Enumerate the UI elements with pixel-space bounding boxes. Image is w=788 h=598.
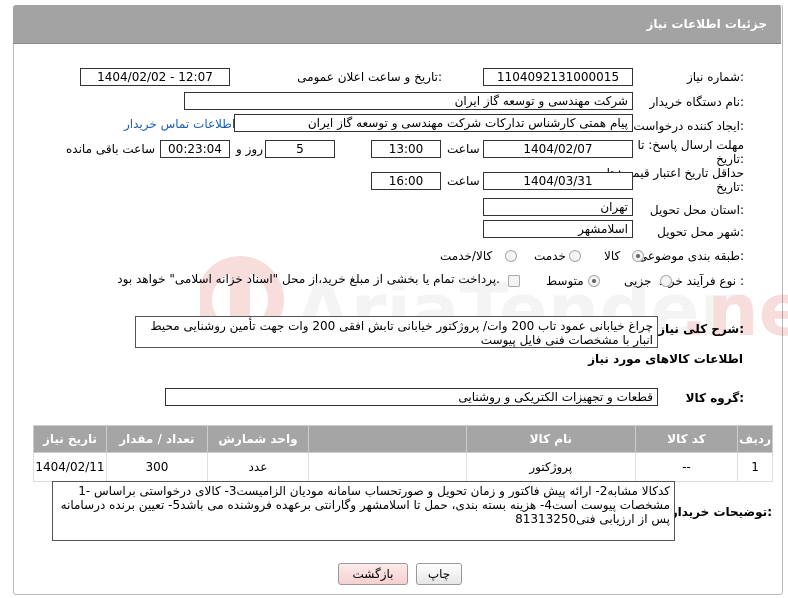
payment-note: پرداخت تمام یا بخشی از مبلغ خرید،از محل … bbox=[117, 272, 500, 286]
process-medium-label: متوسط bbox=[546, 274, 584, 288]
goods-group-label: گروه کالا: bbox=[685, 391, 744, 405]
table-header-row: تاریخ نیاز تعداد / مقدار واحد شمارش نام … bbox=[33, 425, 773, 453]
col-quantity: تعداد / مقدار bbox=[105, 425, 208, 453]
back-button[interactable]: بازگشت bbox=[338, 563, 408, 585]
deadline-time-label: ساعت bbox=[447, 142, 480, 156]
buyer-org-field: شرکت مهندسی و توسعه گاز ایران bbox=[184, 92, 633, 110]
col-item-name: نام کالا bbox=[465, 425, 636, 453]
category-goods-radio[interactable] bbox=[632, 250, 644, 262]
announce-field: 1404/02/02 - 12:07 bbox=[80, 68, 230, 86]
process-medium-radio[interactable] bbox=[588, 275, 600, 287]
deadline-date-field: 1404/02/07 bbox=[483, 140, 633, 158]
table-row: 1404/02/11 300 عدد پروژکتور -- 1 bbox=[33, 452, 773, 482]
col-unit-count bbox=[308, 425, 467, 453]
col-row: ردیف bbox=[737, 425, 773, 453]
category-goods-label: کالا bbox=[604, 249, 621, 263]
category-both-radio[interactable] bbox=[505, 250, 517, 262]
city-field: اسلامشهر bbox=[483, 220, 633, 238]
province-field: تهران bbox=[483, 198, 633, 216]
cell-item-code: -- bbox=[634, 452, 739, 482]
deadline-time-field: 13:00 bbox=[371, 140, 441, 158]
process-minor-label: جزیی bbox=[624, 274, 652, 288]
cell-row-number: 1 bbox=[737, 452, 773, 482]
category-label: طبقه بندی موضوعی: bbox=[637, 249, 744, 263]
col-need-date: تاریخ نیاز bbox=[33, 425, 107, 453]
need-number-field: 1104092131000015 bbox=[483, 68, 633, 86]
days-field: 5 bbox=[265, 140, 335, 158]
requester-label: ایجاد کننده درخواست: bbox=[633, 119, 744, 133]
announce-label: تاریخ و ساعت اعلان عمومی: bbox=[297, 70, 442, 84]
validity-date-field: 1404/03/31 bbox=[483, 172, 633, 190]
cell-quantity: 300 bbox=[105, 452, 208, 482]
province-label: استان محل تحویل: bbox=[649, 203, 744, 217]
cell-unit: عدد bbox=[206, 452, 310, 482]
deadline-label: مهلت ارسال پاسخ: تا تاریخ: bbox=[637, 138, 744, 166]
requester-field: پیام همتی کارشناس تدارکات شرکت مهندسی و … bbox=[234, 114, 633, 132]
goods-info-title: اطلاعات کالاهای مورد نیاز bbox=[588, 352, 743, 366]
buyer-notes-text: 1- کدکالا مشابه2- ارائه پیش فاکتور و زما… bbox=[52, 481, 675, 541]
validity-time-label: ساعت bbox=[447, 174, 480, 188]
cell-empty bbox=[308, 452, 467, 482]
buyer-contact-link[interactable]: اطلاعات تماس خریدار bbox=[124, 117, 235, 131]
remaining-label: ساعت باقی مانده bbox=[66, 142, 156, 156]
category-service-label: خدمت bbox=[534, 249, 566, 263]
cell-need-date: 1404/02/11 bbox=[33, 452, 107, 482]
validity-time-field: 16:00 bbox=[371, 172, 441, 190]
buyer-notes-label: توضیحات خریدار: bbox=[670, 505, 772, 519]
remaining-time-field: 00:23:04 bbox=[160, 140, 230, 158]
need-number-label: شماره نیاز: bbox=[686, 70, 744, 84]
buyer-org-label: نام دستگاه خریدار: bbox=[649, 95, 745, 109]
description-text: چراغ خیابانی عمود تاب 200 وات/ پروژکتور … bbox=[135, 316, 658, 348]
col-unit: واحد شمارش bbox=[206, 425, 310, 453]
goods-group-field: قطعات و تجهیزات الکتریکی و روشنایی bbox=[165, 388, 658, 406]
treasury-checkbox[interactable] bbox=[508, 275, 520, 287]
process-minor-radio[interactable] bbox=[660, 275, 672, 287]
goods-table: تاریخ نیاز تعداد / مقدار واحد شمارش نام … bbox=[33, 425, 773, 482]
days-label: روز و bbox=[236, 142, 263, 156]
panel-title: جزئیات اطلاعات نیاز bbox=[646, 17, 767, 31]
category-service-radio[interactable] bbox=[569, 250, 581, 262]
cell-item-name: پروژکتور bbox=[465, 452, 636, 482]
print-button[interactable]: چاپ bbox=[416, 563, 462, 585]
city-label: شهر محل تحویل: bbox=[657, 225, 744, 239]
panel-header: جزئیات اطلاعات نیاز bbox=[13, 5, 781, 44]
description-label: شرح کلی نیاز: bbox=[658, 322, 744, 336]
category-both-label: کالا/خدمت bbox=[440, 249, 493, 263]
col-item-code: کد کالا bbox=[634, 425, 739, 453]
